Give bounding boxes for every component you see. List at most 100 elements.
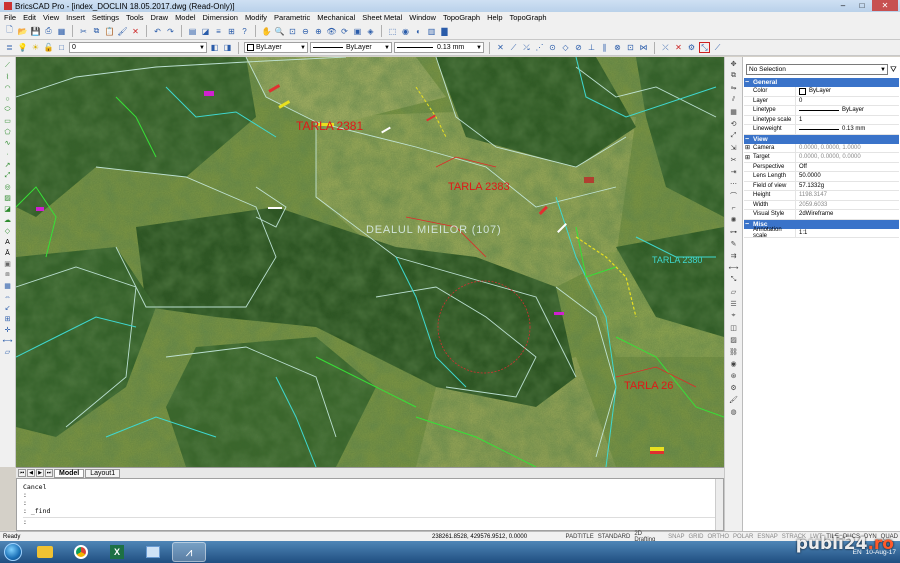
globe-icon[interactable]: ◍ xyxy=(729,407,739,417)
spline-icon[interactable]: ∿ xyxy=(3,138,13,148)
inquiry-distance-icon[interactable]: ⤡ xyxy=(729,275,739,285)
render-icon[interactable]: ◉ xyxy=(400,26,411,37)
menu-draw[interactable]: Draw xyxy=(151,13,169,22)
copy-icon[interactable]: ⧉ xyxy=(91,26,102,37)
property-row-annotation-scale[interactable]: Annotation scale 1:1 xyxy=(744,227,899,239)
design-center-icon[interactable]: ◉ xyxy=(729,359,739,369)
brush-icon[interactable]: 🖌 xyxy=(729,395,739,405)
properties-toggle-icon[interactable]: ▥ xyxy=(426,26,437,37)
layers-panel-icon[interactable]: ▇ xyxy=(439,26,450,37)
cloud-icon[interactable]: ☁ xyxy=(3,215,13,225)
tab-layout1[interactable]: Layout1 xyxy=(85,468,121,478)
minimize-button[interactable]: – xyxy=(834,0,852,11)
menu-window[interactable]: Window xyxy=(409,13,436,22)
shade-icon[interactable]: ◐ xyxy=(413,26,424,37)
settings-icon[interactable]: ⚙ xyxy=(729,383,739,393)
snap-none-icon[interactable]: ✕ xyxy=(673,42,684,53)
menu-topograph[interactable]: TopoGraph xyxy=(443,13,480,22)
taskbar-excel[interactable]: X xyxy=(100,542,134,562)
command-prompt[interactable]: : xyxy=(23,517,717,526)
prev-tab-icon[interactable]: ◀ xyxy=(27,469,35,477)
snap-perpendicular-icon[interactable]: ⊥ xyxy=(586,42,597,53)
menu-modify[interactable]: Modify xyxy=(245,13,267,22)
ellipse-icon[interactable]: ⬭ xyxy=(3,105,13,115)
previous-layer-icon[interactable]: ◨ xyxy=(222,42,233,53)
status-padtitle[interactable]: PADTITLE xyxy=(564,534,596,540)
modify-align-icon[interactable]: ⇉ xyxy=(729,251,739,261)
zoom-previous-icon[interactable]: ⊖ xyxy=(300,26,311,37)
modify-trim-icon[interactable]: ✂ xyxy=(729,155,739,165)
hatch-icon[interactable]: ▨ xyxy=(3,193,13,203)
status-polar[interactable]: POLAR xyxy=(731,534,755,540)
menu-tools[interactable]: Tools xyxy=(126,13,144,22)
snap-parallel-icon[interactable]: ∥ xyxy=(599,42,610,53)
explorer-icon[interactable]: ◈ xyxy=(365,26,376,37)
zoom-window-icon[interactable]: ⊡ xyxy=(287,26,298,37)
snap-insertion-icon[interactable]: ⊡ xyxy=(625,42,636,53)
menu-topograph-2[interactable]: TopoGraph xyxy=(510,13,547,22)
snap-center-icon[interactable]: ⊙ xyxy=(547,42,558,53)
property-row-width[interactable]: Width 2059.6033 xyxy=(744,200,899,210)
snap-endpoint-icon[interactable]: ✕ xyxy=(495,42,506,53)
paste-icon[interactable]: 📋 xyxy=(104,26,115,37)
layer-icon[interactable]: ≡ xyxy=(213,26,224,37)
modify-scale-icon[interactable]: ⤢ xyxy=(729,131,739,141)
snap-midpoint-icon[interactable]: ⟋ xyxy=(508,42,519,53)
menu-help[interactable]: Help xyxy=(487,13,502,22)
last-tab-icon[interactable]: ⏭ xyxy=(45,469,53,477)
color-combo[interactable]: ByLayer ▼ xyxy=(244,42,308,53)
zoom-icon[interactable]: 🔍 xyxy=(274,26,285,37)
tab-model[interactable]: Model xyxy=(54,468,85,478)
orbit-icon[interactable]: ⟳ xyxy=(339,26,350,37)
menu-file[interactable]: File xyxy=(4,13,16,22)
property-row-camera[interactable]: Camera 0.0000, 0.0000, 1.0000 xyxy=(744,143,899,153)
menu-mechanical[interactable]: Mechanical xyxy=(317,13,355,22)
new-file-icon[interactable]: 🗋 xyxy=(4,25,15,37)
lock-icon[interactable]: 🔓 xyxy=(43,42,54,53)
3d-box-icon[interactable]: ⬚ xyxy=(387,26,398,37)
close-button[interactable]: ✕ xyxy=(872,0,898,11)
inquiry-list-icon[interactable]: ☰ xyxy=(729,299,739,309)
bulb-icon[interactable]: 💡 xyxy=(17,42,28,53)
group-view[interactable]: View xyxy=(744,134,899,144)
explore-icon[interactable]: ⊛ xyxy=(729,371,739,381)
status-snap[interactable]: SNAP xyxy=(666,534,686,540)
inquiry-area-icon[interactable]: ▱ xyxy=(729,287,739,297)
delete-icon[interactable]: ✕ xyxy=(130,26,141,37)
construction-line-icon[interactable]: ⤢ xyxy=(3,171,13,181)
drawing-canvas[interactable]: TARLA 2381 TARLA 2383 DEALUL MIEILOR (10… xyxy=(16,57,724,467)
status-ortho[interactable]: ORTHO xyxy=(705,534,731,540)
table-icon[interactable]: ▦ xyxy=(3,281,13,291)
status-esnap[interactable]: ESNAP xyxy=(755,534,779,540)
redo-icon[interactable]: ↷ xyxy=(165,26,176,37)
property-row-layer[interactable]: Layer 0 xyxy=(744,96,899,106)
tolerance-icon[interactable]: ⊞ xyxy=(3,314,13,324)
selection-dropdown[interactable]: No Selection ▼ xyxy=(746,64,888,75)
color-swatch-icon[interactable]: □ xyxy=(56,42,67,53)
modify-rotate-icon[interactable]: ⟲ xyxy=(729,119,739,129)
sun-icon[interactable]: ☀ xyxy=(30,42,41,53)
menu-parametric[interactable]: Parametric xyxy=(274,13,310,22)
preview-icon[interactable]: ▦ xyxy=(56,26,67,37)
modify-move-icon[interactable]: ✥ xyxy=(729,59,739,69)
view-icon[interactable]: 👁 xyxy=(326,26,337,37)
dimension-icon[interactable]: ⇔ xyxy=(3,292,13,302)
menu-view[interactable]: View xyxy=(43,13,59,22)
property-row-linetype[interactable]: Linetype ByLayer xyxy=(744,106,899,116)
status-standard[interactable]: STANDARD xyxy=(596,534,633,540)
command-scrollbar[interactable] xyxy=(715,479,723,530)
rectangle-icon[interactable]: ▭ xyxy=(3,116,13,126)
taskbar-explorer-2[interactable] xyxy=(136,542,170,562)
property-row-visual-style[interactable]: Visual Style 2dWireframe xyxy=(744,210,899,220)
circle-icon[interactable]: ○ xyxy=(3,94,13,104)
region-icon[interactable]: ◪ xyxy=(3,204,13,214)
print-icon[interactable]: ⎙ xyxy=(43,26,54,37)
measure-icon[interactable]: ⟷ xyxy=(2,336,12,346)
modify-edit-icon[interactable]: ✎ xyxy=(729,239,739,249)
modify-array-icon[interactable]: ▦ xyxy=(729,107,739,117)
next-tab-icon[interactable]: ▶ xyxy=(36,469,44,477)
command-line[interactable]: Cancel : : : _find : xyxy=(16,478,724,531)
property-row-color[interactable]: Color ByLayer xyxy=(744,87,899,97)
menu-sheet-metal[interactable]: Sheet Metal xyxy=(362,13,402,22)
lineweight-combo[interactable]: 0.13 mm ▼ xyxy=(394,42,484,53)
